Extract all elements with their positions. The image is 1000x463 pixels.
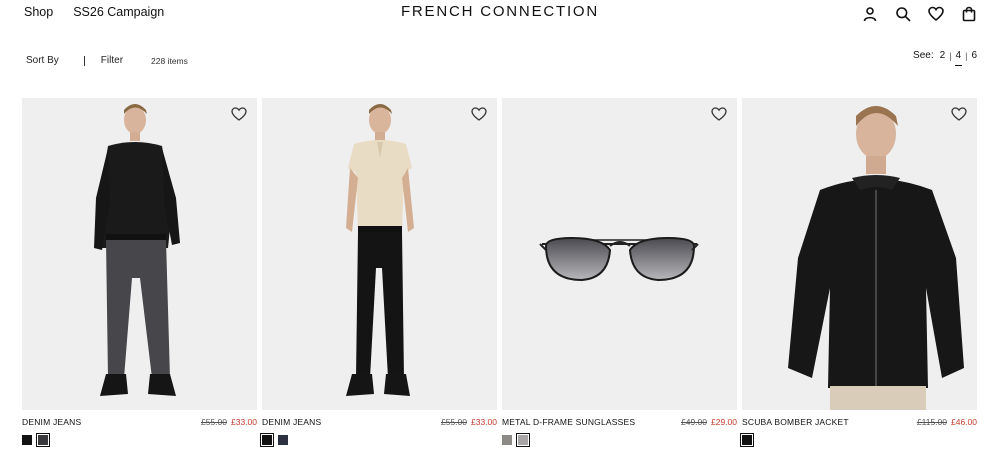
- product-image[interactable]: [742, 98, 977, 410]
- grid-option-2[interactable]: 2: [939, 50, 947, 61]
- product-card[interactable]: SCUBA BOMBER JACKET £115.00 £46.00: [740, 98, 977, 447]
- wishlist-heart-icon[interactable]: [951, 107, 967, 121]
- product-image[interactable]: [502, 98, 737, 410]
- color-swatch[interactable]: [36, 433, 50, 447]
- listing-toolbar: Sort By Filter 228 items: [26, 55, 188, 66]
- product-meta: SCUBA BOMBER JACKET £115.00 £46.00: [742, 415, 977, 429]
- product-prices: £49.00 £29.00: [681, 417, 737, 427]
- product-name[interactable]: DENIM JEANS: [262, 417, 321, 427]
- sort-by-button[interactable]: Sort By: [26, 55, 59, 66]
- color-swatch[interactable]: [260, 433, 274, 447]
- sale-price: £29.00: [711, 417, 737, 427]
- product-name[interactable]: METAL D-FRAME SUNGLASSES: [502, 417, 635, 427]
- site-header: Shop SS26 Campaign FRENCH CONNECTION: [0, 0, 1000, 26]
- product-prices: £55.00 £33.00: [201, 417, 257, 427]
- header-icons: [860, 4, 978, 23]
- product-prices: £115.00 £46.00: [917, 417, 977, 427]
- color-swatch[interactable]: [502, 435, 512, 445]
- item-count: 228 items: [151, 55, 188, 66]
- wishlist-heart-icon[interactable]: [231, 107, 247, 121]
- heart-icon[interactable]: [926, 4, 945, 23]
- original-price: £55.00: [201, 417, 227, 427]
- search-icon[interactable]: [893, 4, 912, 23]
- color-swatches: [22, 433, 257, 447]
- original-price: £55.00: [441, 417, 467, 427]
- original-price: £49.00: [681, 417, 707, 427]
- sale-price: £33.00: [231, 417, 257, 427]
- brand-logo[interactable]: FRENCH CONNECTION: [0, 3, 1000, 20]
- color-swatch[interactable]: [22, 435, 32, 445]
- sunglasses-image: [539, 236, 699, 282]
- product-card[interactable]: METAL D-FRAME SUNGLASSES £49.00 £29.00: [502, 98, 737, 447]
- product-meta: DENIM JEANS £55.00 £33.00: [262, 415, 497, 429]
- product-meta: METAL D-FRAME SUNGLASSES £49.00 £29.00: [502, 415, 737, 429]
- original-price: £115.00: [916, 417, 947, 427]
- sale-price: £33.00: [471, 417, 497, 427]
- product-prices: £55.00 £33.00: [441, 417, 497, 427]
- model-black-knit-jeans-image: [94, 104, 180, 396]
- model-bomber-jacket-image: [788, 106, 964, 410]
- color-swatches: [260, 433, 497, 447]
- filter-button[interactable]: Filter: [101, 55, 123, 66]
- account-icon[interactable]: [860, 4, 879, 23]
- color-swatch[interactable]: [278, 435, 288, 445]
- color-swatch[interactable]: [516, 433, 530, 447]
- model-cream-polo-jeans-image: [346, 104, 414, 396]
- grid-option-4[interactable]: 4: [954, 50, 963, 66]
- bag-icon[interactable]: [959, 4, 978, 23]
- color-swatch[interactable]: [740, 433, 754, 447]
- color-swatches: [740, 433, 977, 447]
- toolbar-divider: [83, 55, 85, 66]
- product-card[interactable]: DENIM JEANS £55.00 £33.00: [260, 98, 497, 447]
- product-name[interactable]: SCUBA BOMBER JACKET: [742, 417, 849, 427]
- product-image[interactable]: [22, 98, 257, 410]
- product-name[interactable]: DENIM JEANS: [22, 417, 81, 427]
- wishlist-heart-icon[interactable]: [471, 107, 487, 121]
- see-label: See:: [913, 50, 934, 61]
- product-meta: DENIM JEANS £55.00 £33.00: [22, 415, 257, 429]
- product-card[interactable]: DENIM JEANS £55.00 £33.00: [22, 98, 257, 447]
- product-image[interactable]: [262, 98, 497, 410]
- grid-divider: |: [949, 50, 952, 61]
- grid-size-selector: See: 2 | 4 | 6: [913, 50, 978, 66]
- grid-option-6[interactable]: 6: [970, 50, 978, 61]
- grid-divider: |: [965, 50, 968, 61]
- wishlist-heart-icon[interactable]: [711, 107, 727, 121]
- sale-price: £46.00: [951, 417, 977, 427]
- color-swatches: [502, 433, 737, 447]
